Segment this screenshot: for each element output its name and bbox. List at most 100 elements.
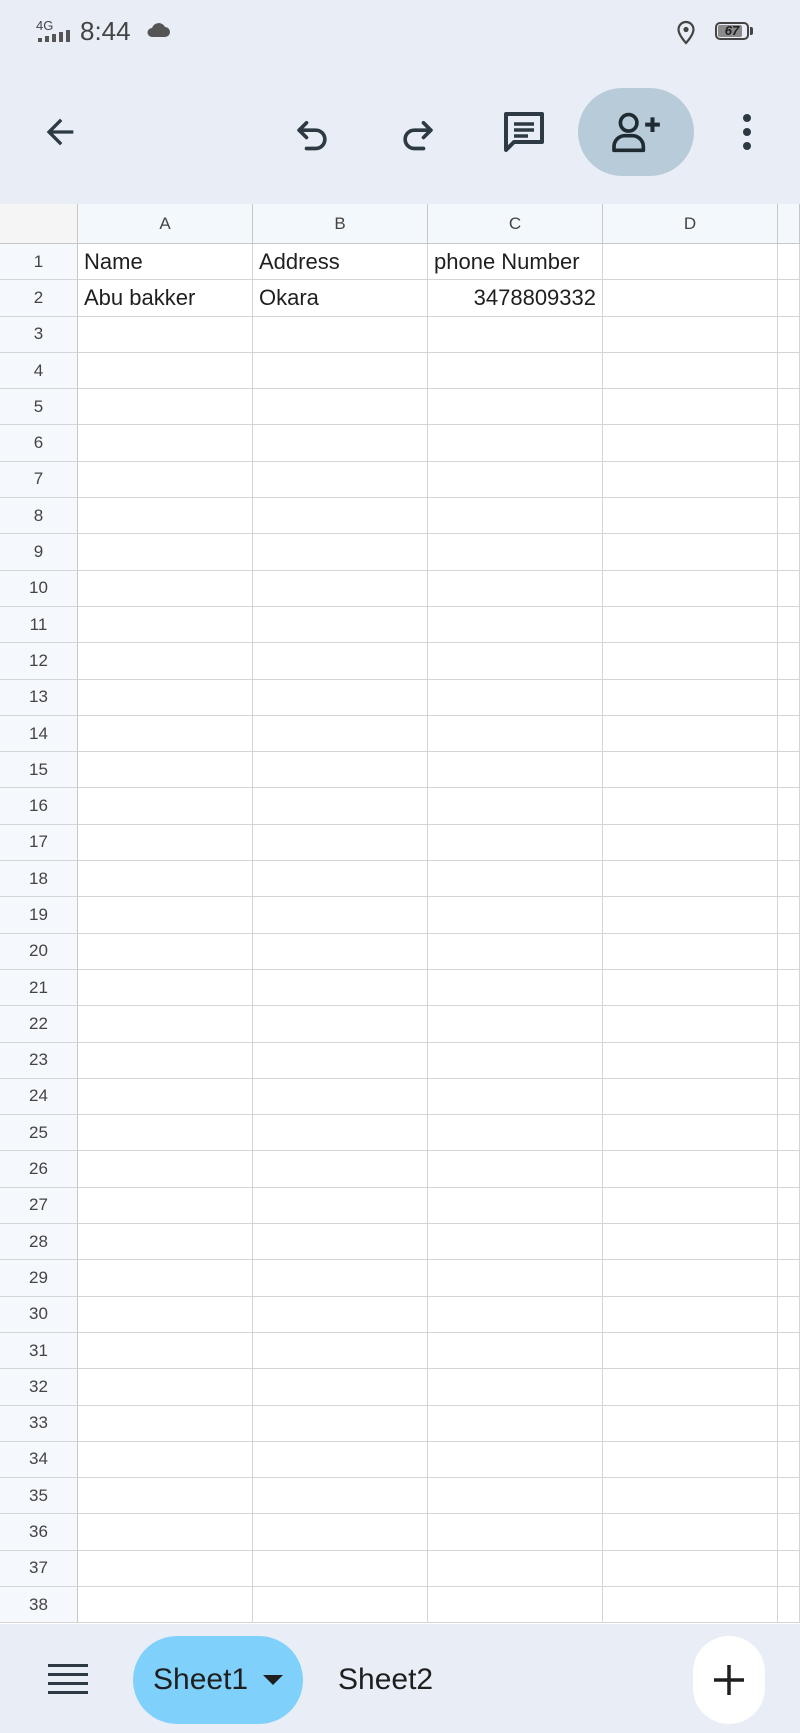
cell-a27[interactable] (78, 1187, 253, 1225)
cell-c32[interactable] (428, 1369, 603, 1406)
cell-c36[interactable] (428, 1514, 603, 1551)
row-header[interactable]: 5 (0, 389, 78, 426)
cell-e19[interactable] (778, 897, 800, 934)
sheet-tab-sheet2[interactable]: Sheet2 (320, 1636, 451, 1724)
row-header[interactable]: 15 (0, 752, 78, 789)
cell-c33[interactable] (428, 1405, 603, 1442)
cell-c35[interactable] (428, 1478, 603, 1515)
cell-d8[interactable] (603, 498, 778, 535)
cell-b15[interactable] (253, 752, 428, 789)
cell-e29[interactable] (778, 1260, 800, 1297)
cell-d14[interactable] (603, 715, 778, 753)
add-sheet-button[interactable] (693, 1636, 765, 1724)
cell-b8[interactable] (253, 498, 428, 535)
row-header[interactable]: 33 (0, 1405, 78, 1442)
cell-d15[interactable] (603, 752, 778, 789)
column-header-a[interactable]: A (78, 204, 253, 244)
cell-e24[interactable] (778, 1078, 800, 1116)
row-header[interactable]: 30 (0, 1296, 78, 1333)
row-header[interactable]: 31 (0, 1332, 78, 1370)
cell-d5[interactable] (603, 389, 778, 426)
row-header[interactable]: 1 (0, 244, 78, 281)
cell-e7[interactable] (778, 461, 800, 499)
spreadsheet-grid[interactable]: A B C D 1 Name Address phone Number 2 Abu bak… (0, 204, 800, 1624)
cell-a17[interactable] (78, 824, 253, 862)
cell-c5[interactable] (428, 389, 603, 426)
cell-b18[interactable] (253, 861, 428, 898)
row-header[interactable]: 17 (0, 824, 78, 862)
row-header[interactable]: 2 (0, 280, 78, 317)
cell-e30[interactable] (778, 1296, 800, 1333)
cell-b13[interactable] (253, 679, 428, 716)
cell-e28[interactable] (778, 1224, 800, 1261)
column-header-e[interactable] (778, 204, 800, 244)
cell-a5[interactable] (78, 389, 253, 426)
row-header[interactable]: 16 (0, 788, 78, 825)
cell-b25[interactable] (253, 1115, 428, 1152)
cell-c16[interactable] (428, 788, 603, 825)
sheet-tab-sheet1[interactable]: Sheet1 (133, 1636, 303, 1724)
row-header[interactable]: 6 (0, 425, 78, 462)
cell-a1[interactable]: Name (78, 244, 253, 281)
row-header[interactable]: 21 (0, 969, 78, 1007)
row-header[interactable]: 9 (0, 534, 78, 571)
row-header[interactable]: 7 (0, 461, 78, 499)
cell-a31[interactable] (78, 1332, 253, 1370)
row-header[interactable]: 14 (0, 715, 78, 753)
cell-b28[interactable] (253, 1224, 428, 1261)
cell-e38[interactable] (778, 1586, 800, 1624)
cell-e3[interactable] (778, 316, 800, 353)
cell-c15[interactable] (428, 752, 603, 789)
cell-c2[interactable]: 3478809332 (428, 280, 603, 317)
row-header[interactable]: 22 (0, 1006, 78, 1043)
cell-a7[interactable] (78, 461, 253, 499)
cell-b9[interactable] (253, 534, 428, 571)
cell-a15[interactable] (78, 752, 253, 789)
cell-d23[interactable] (603, 1042, 778, 1079)
cell-b35[interactable] (253, 1478, 428, 1515)
cell-b30[interactable] (253, 1296, 428, 1333)
cell-d33[interactable] (603, 1405, 778, 1442)
row-header[interactable]: 29 (0, 1260, 78, 1297)
cell-a36[interactable] (78, 1514, 253, 1551)
cell-d28[interactable] (603, 1224, 778, 1261)
cell-e23[interactable] (778, 1042, 800, 1079)
cell-b32[interactable] (253, 1369, 428, 1406)
cell-c31[interactable] (428, 1332, 603, 1370)
cell-b4[interactable] (253, 352, 428, 390)
cell-c38[interactable] (428, 1586, 603, 1624)
cell-b12[interactable] (253, 643, 428, 680)
cell-a13[interactable] (78, 679, 253, 716)
row-header[interactable]: 13 (0, 679, 78, 716)
cell-d27[interactable] (603, 1187, 778, 1225)
cell-b22[interactable] (253, 1006, 428, 1043)
cell-a29[interactable] (78, 1260, 253, 1297)
cell-b24[interactable] (253, 1078, 428, 1116)
cell-a20[interactable] (78, 933, 253, 970)
cell-b2[interactable]: Okara (253, 280, 428, 317)
cell-a37[interactable] (78, 1550, 253, 1587)
cell-e37[interactable] (778, 1550, 800, 1587)
cell-d37[interactable] (603, 1550, 778, 1587)
cell-a11[interactable] (78, 606, 253, 644)
all-sheets-button[interactable] (46, 1662, 90, 1701)
cell-c34[interactable] (428, 1441, 603, 1479)
cell-a21[interactable] (78, 969, 253, 1007)
cell-d3[interactable] (603, 316, 778, 353)
cell-a28[interactable] (78, 1224, 253, 1261)
cell-a34[interactable] (78, 1441, 253, 1479)
cell-a10[interactable] (78, 570, 253, 607)
more-options-button[interactable] (722, 104, 772, 160)
cell-e8[interactable] (778, 498, 800, 535)
cell-e31[interactable] (778, 1332, 800, 1370)
cell-e26[interactable] (778, 1151, 800, 1188)
cell-b31[interactable] (253, 1332, 428, 1370)
cell-a6[interactable] (78, 425, 253, 462)
cell-d34[interactable] (603, 1441, 778, 1479)
cell-d13[interactable] (603, 679, 778, 716)
row-header[interactable]: 28 (0, 1224, 78, 1261)
cell-c29[interactable] (428, 1260, 603, 1297)
cell-c30[interactable] (428, 1296, 603, 1333)
cell-e14[interactable] (778, 715, 800, 753)
cell-a9[interactable] (78, 534, 253, 571)
